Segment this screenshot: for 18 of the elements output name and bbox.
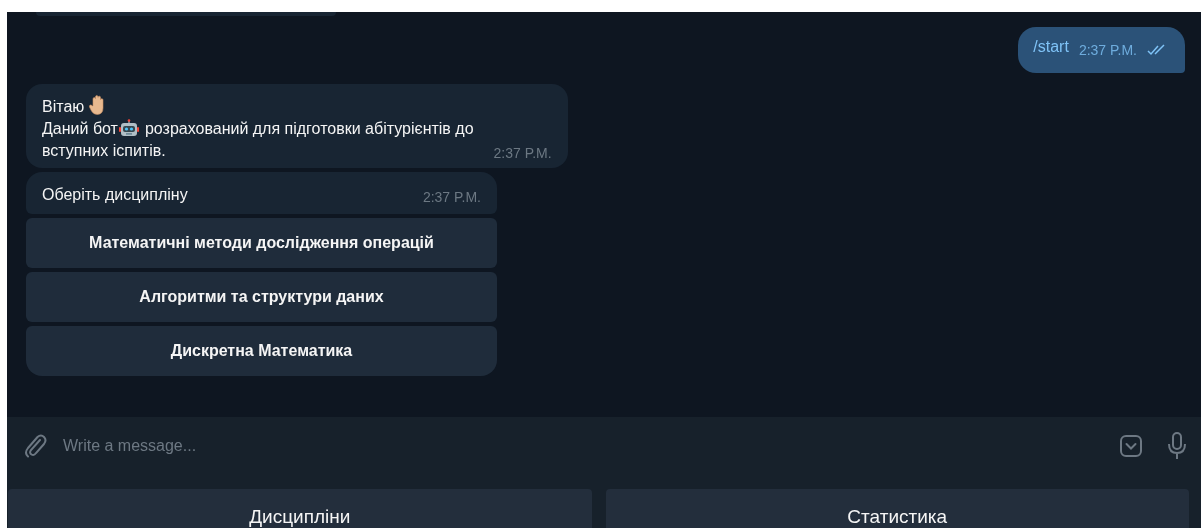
inline-button[interactable]: Алгоритми та структури даних bbox=[26, 272, 497, 322]
message-text: розрахований для підготовки абітурієнтів до bbox=[144, 120, 474, 137]
paperclip-icon[interactable] bbox=[23, 432, 47, 459]
message-text: вступних іспитів. bbox=[42, 142, 166, 159]
inline-button[interactable]: Математичні методи дослідження операцій bbox=[26, 218, 497, 268]
message-time: 2:37 P.M. bbox=[1078, 42, 1137, 58]
message-time: 2:37 P.M. bbox=[493, 144, 552, 163]
inline-button[interactable]: Дискретна Математика bbox=[26, 326, 497, 376]
message-time: 2:37 P.M. bbox=[422, 188, 481, 207]
keyboard-toggle-icon[interactable] bbox=[1119, 433, 1143, 458]
keyboard-button[interactable]: Дисципліни bbox=[8, 489, 592, 528]
robot-icon bbox=[118, 119, 139, 137]
keyboard-button[interactable]: Статистика bbox=[605, 489, 1189, 528]
message-text: Вітаю bbox=[42, 98, 85, 115]
microphone-icon[interactable] bbox=[1167, 431, 1187, 460]
message-text: /start bbox=[1033, 38, 1069, 56]
message-text: Даний бот bbox=[42, 120, 118, 137]
message-text: Оберіть дисципліну bbox=[42, 186, 188, 203]
